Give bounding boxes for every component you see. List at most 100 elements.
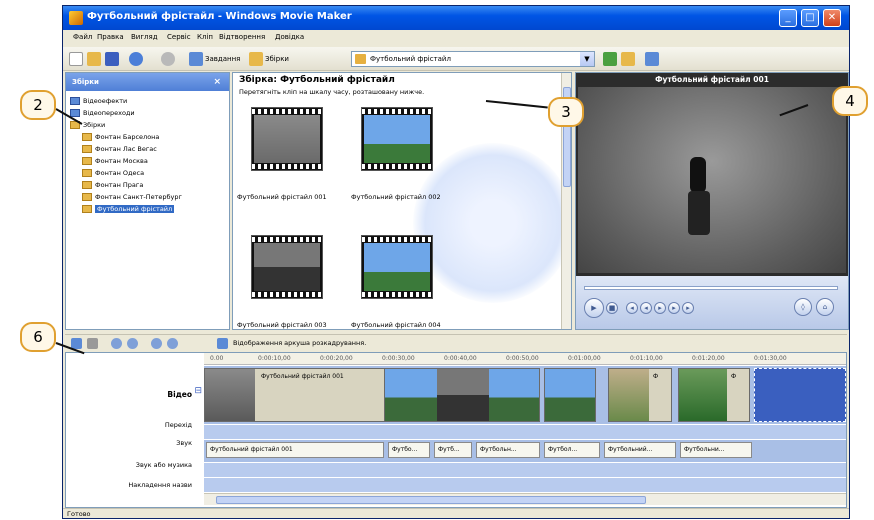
save-project-icon[interactable] [105,52,119,66]
audio-clip[interactable]: Футбольн... [476,442,540,458]
transition-track [204,425,846,439]
folder-icon [82,145,92,153]
tree-item-st-petersburg[interactable]: Фонтан Санкт-Петербург [82,191,182,203]
video-clip-placeholder[interactable] [754,368,846,422]
tasks-button[interactable]: Завдання [205,51,240,67]
menu-edit[interactable]: Правка [97,33,124,41]
next-frame-icon[interactable]: ▸ [668,302,680,314]
audio-track: Футбольний фрістайл 001 Футбо... Футб...… [204,440,846,462]
split-clip-icon[interactable]: ◊ [794,298,812,316]
ruler-tick: 0:00:30,00 [382,355,415,362]
tree-item-barcelona[interactable]: Фонтан Барселона [82,131,159,143]
callout-4: 4 [832,86,868,116]
audio-clip[interactable]: Футбольни... [680,442,752,458]
video-clip[interactable] [544,368,596,422]
clip-caption: Футбольний фрістайл 004 [351,321,441,329]
folder-icon [82,157,92,165]
video-clip[interactable]: Ф [678,368,750,422]
up-level-icon[interactable] [603,52,617,66]
callout-3: 3 [548,97,584,127]
video-clip[interactable]: Футбольний фрістайл 001 [204,368,414,422]
ruler-tick: 0:00:20,00 [320,355,353,362]
tasks-icon[interactable] [189,52,203,66]
close-pane-icon[interactable]: × [213,73,221,91]
clip-thumbnail[interactable] [251,235,323,299]
ruler-tick: 0:00:40,00 [444,355,477,362]
seek-bar[interactable] [584,286,838,290]
folder-icon [82,181,92,189]
folder-icon [82,133,92,141]
snapshot-icon[interactable]: ⌂ [816,298,834,316]
maximize-button[interactable]: □ [801,9,819,27]
audio-clip[interactable]: Футбольний... [604,442,676,458]
clip-thumbnail[interactable] [361,107,433,171]
views-icon[interactable] [645,52,659,66]
menu-help[interactable]: Довідка [275,33,304,41]
close-button[interactable]: ✕ [823,9,841,27]
zoom-out-icon[interactable] [127,338,138,349]
storyboard-icon[interactable] [217,338,228,349]
ruler-tick: 0:00:50,00 [506,355,539,362]
main-toolbar: Завдання Збірки Футбольний фрістайл ▼ [63,47,849,71]
audio-clip[interactable]: Футбол... [544,442,600,458]
audio-clip[interactable]: Футбольний фрістайл 001 [206,442,384,458]
tree-item-moscow[interactable]: Фонтан Москва [82,155,148,167]
clip-caption: Футбольний фрістайл 002 [351,193,441,201]
clip-caption: Футбольний фрістайл 003 [237,321,327,329]
tree-item-football-freestyle[interactable]: Футбольний фрістайл [82,203,175,215]
collections-icon[interactable] [249,52,263,66]
minimize-button[interactable]: _ [779,9,797,27]
tree-item-video-transitions[interactable]: Відеопереходи [70,107,135,119]
music-note-watermark-icon [413,143,571,303]
clip-caption: Футбольний фрістайл 001 [237,193,327,201]
tree-item-video-effects[interactable]: Відеоефекти [70,95,127,107]
clip-thumbnail[interactable] [361,235,433,299]
expand-track-icon[interactable]: ⊟ [194,386,202,396]
rewind-icon[interactable]: ◂ [640,302,652,314]
redo-icon[interactable] [161,52,175,66]
stop-icon[interactable]: ■ [606,302,618,314]
video-clip[interactable]: Ф [608,368,672,422]
video-track-label: Відео [167,390,192,399]
rewind-timeline-icon[interactable] [151,338,162,349]
menu-tools[interactable]: Сервіс [167,33,191,41]
previous-frame-icon[interactable]: ◂ [626,302,638,314]
preview-screen [578,87,846,273]
forward-icon[interactable]: ▸ [654,302,666,314]
tree-item-las-vegas[interactable]: Фонтан Лас Вегас [82,143,157,155]
monitor-title: Футбольний фрістайл 001 [655,75,769,84]
effects-icon [70,97,80,105]
time-ruler[interactable]: 0.00 0:00:10,00 0:00:20,00 0:00:30,00 0:… [204,353,846,365]
new-folder-icon[interactable] [621,52,635,66]
menu-view[interactable]: Вигляд [131,33,158,41]
menu-file[interactable]: Файл [73,33,92,41]
video-clip[interactable] [384,368,540,422]
callout-2: 2 [20,90,56,120]
chevron-down-icon[interactable]: ▼ [580,52,594,66]
new-project-icon[interactable] [69,52,83,66]
folder-icon [82,169,92,177]
clip-thumbnail[interactable] [251,107,323,171]
music-track-label: Звук або музика [135,461,192,469]
play-icon[interactable]: ▶ [584,298,604,318]
narrate-icon[interactable] [87,338,98,349]
audio-clip[interactable]: Футб... [434,442,472,458]
open-project-icon[interactable] [87,52,101,66]
undo-icon[interactable] [129,52,143,66]
tree-item-prague[interactable]: Фонтан Прага [82,179,143,191]
zoom-in-icon[interactable] [111,338,122,349]
collections-button[interactable]: Збірки [265,51,289,67]
audio-track-label: Звук [176,439,192,447]
timeline-scrollbar[interactable] [204,493,846,505]
folder-icon [355,54,366,64]
folder-icon [82,205,92,213]
fullscreen-icon[interactable]: ▸ [682,302,694,314]
collections-pane-header: Збірки × [66,73,229,91]
storyboard-button-label[interactable]: Відображення аркуша розкадрування. [233,339,366,347]
play-timeline-icon[interactable] [167,338,178,349]
audio-clip[interactable]: Футбо... [388,442,430,458]
collection-combo[interactable]: Футбольний фрістайл ▼ [351,51,595,67]
menu-clip[interactable]: Кліп [197,33,213,41]
tree-item-odesa[interactable]: Фонтан Одеса [82,167,144,179]
menu-playback[interactable]: Відтворення [219,33,265,41]
